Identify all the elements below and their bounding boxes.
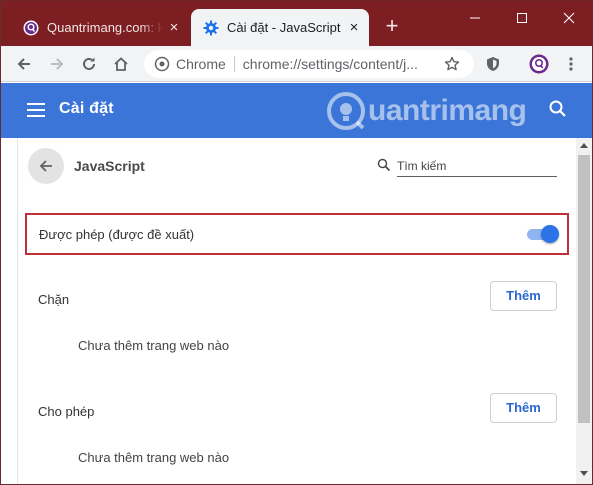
quantrimang-watermark: uantrimang: [326, 89, 527, 133]
home-icon: [114, 57, 128, 71]
arrow-right-icon: [51, 58, 64, 70]
tab-strip: Quantrimang.com: Kiến × Cài đặt - JavaSc…: [1, 1, 592, 46]
add-allow-button[interactable]: Thêm: [490, 393, 557, 423]
settings-search: [377, 155, 557, 179]
chrome-secure-icon: [154, 56, 170, 72]
bookmark-star-icon[interactable]: [444, 56, 464, 72]
scrollbar-thumb[interactable]: [578, 155, 590, 423]
vertical-scrollbar[interactable]: [576, 138, 592, 484]
maximize-button[interactable]: [499, 7, 545, 29]
arrow-left-icon: [39, 160, 52, 172]
block-empty-message: Chưa thêm trang web nào: [78, 338, 230, 353]
scroll-up-arrow-icon[interactable]: [580, 143, 588, 148]
chrome-menu-button[interactable]: [559, 52, 583, 76]
tab-quantrimang[interactable]: Quantrimang.com: Kiến ×: [11, 9, 189, 46]
settings-header: Cài đặt uantrimang: [1, 83, 592, 138]
new-tab-button[interactable]: +: [381, 15, 403, 37]
close-window-button[interactable]: [546, 7, 592, 29]
browser-window: Quantrimang.com: Kiến × Cài đặt - JavaSc…: [0, 0, 593, 485]
profile-avatar-icon: [529, 54, 549, 74]
tab-title: Quantrimang.com: Kiến: [47, 20, 163, 35]
toggle-knob: [541, 225, 559, 243]
watermark-logo-icon: [327, 92, 365, 130]
gear-icon: [203, 20, 219, 36]
reload-icon: [83, 57, 95, 70]
minimize-button[interactable]: [452, 7, 498, 29]
forward-nav-button[interactable]: [45, 52, 69, 76]
address-url[interactable]: chrome://settings/content/j...: [235, 56, 444, 72]
settings-content: [1, 138, 576, 484]
reload-button[interactable]: [77, 52, 101, 76]
quantrimang-favicon-icon: [23, 20, 39, 36]
browser-toolbar: Chrome chrome://settings/content/j...: [1, 46, 592, 82]
allowed-label: Được phép (được đề xuất): [39, 227, 195, 242]
allow-section-label: Cho phép: [38, 404, 95, 419]
allowed-setting-row[interactable]: Được phép (được đề xuất): [25, 213, 569, 255]
close-tab-icon[interactable]: ×: [163, 19, 185, 36]
add-block-button[interactable]: Thêm: [490, 281, 557, 311]
block-section-label: Chặn: [38, 292, 70, 307]
menu-icon[interactable]: [27, 103, 45, 117]
page-title: JavaScript: [74, 158, 145, 174]
address-bar[interactable]: Chrome chrome://settings/content/j...: [144, 50, 474, 78]
back-button[interactable]: [28, 148, 64, 184]
card-edge: [17, 138, 18, 484]
search-icon: [377, 158, 391, 172]
javascript-toggle[interactable]: [527, 225, 559, 243]
search-input[interactable]: [397, 155, 557, 177]
address-chip: Chrome: [176, 56, 235, 72]
watermark-text: uantrimang: [368, 94, 527, 127]
tab-settings-javascript[interactable]: Cài đặt - JavaScript ×: [191, 9, 369, 46]
settings-title: Cài đặt: [59, 100, 114, 117]
tab-title: Cài đặt - JavaScript: [227, 20, 341, 35]
profile-avatar-button[interactable]: [527, 52, 551, 76]
arrow-left-icon: [17, 58, 30, 70]
back-nav-button[interactable]: [12, 52, 36, 76]
shield-icon: [487, 57, 499, 71]
close-icon: [563, 12, 575, 24]
minimize-icon: [470, 17, 480, 19]
close-tab-icon[interactable]: ×: [343, 19, 365, 36]
allow-empty-message: Chưa thêm trang web nào: [78, 450, 230, 465]
home-button[interactable]: [109, 52, 133, 76]
extension-shield-button[interactable]: [481, 52, 505, 76]
scroll-down-arrow-icon[interactable]: [580, 471, 588, 476]
more-vertical-icon: [569, 57, 573, 71]
maximize-icon: [517, 13, 527, 23]
search-icon[interactable]: [548, 99, 568, 119]
